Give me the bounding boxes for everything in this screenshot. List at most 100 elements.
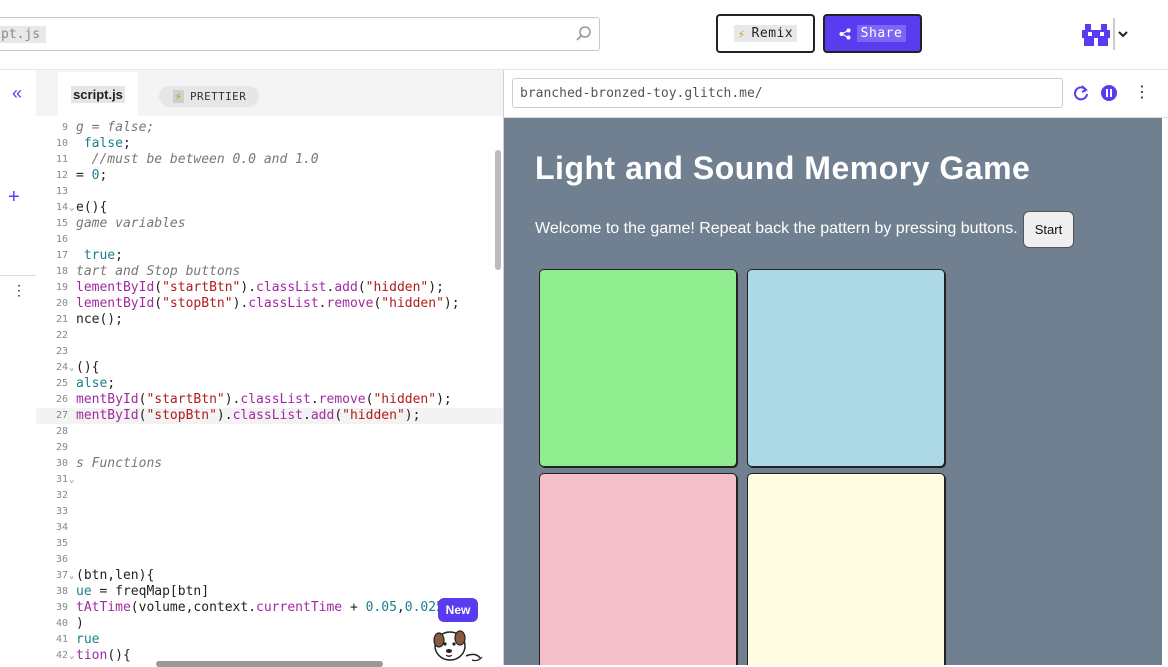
line-number: 41 bbox=[55, 634, 68, 645]
line-number: 13 bbox=[55, 186, 68, 197]
code-line[interactable]: 33 bbox=[36, 504, 503, 520]
line-number: 30 bbox=[55, 458, 68, 469]
editor-panel: « + ⋮ script.js ⚡ PRETTIER 9g = false; 10… bbox=[0, 70, 504, 665]
collapse-sidebar-icon[interactable]: « bbox=[12, 84, 28, 102]
code-line[interactable]: 20 lementById("stopBtn").classList.remove… bbox=[36, 296, 503, 312]
remix-button[interactable]: ⚡ Remix bbox=[716, 14, 815, 53]
pause-icon[interactable] bbox=[1100, 84, 1118, 102]
code-line[interactable]: 29 bbox=[36, 440, 503, 456]
file-tab-script[interactable]: script.js bbox=[58, 72, 138, 116]
game-button-pink[interactable] bbox=[539, 473, 737, 665]
more-options-icon[interactable]: ⋮ bbox=[12, 282, 26, 299]
code-text: (){ bbox=[76, 360, 100, 375]
fold-chevron-icon[interactable]: ⌄ bbox=[69, 360, 75, 376]
code-line[interactable]: 31 ⌄ bbox=[36, 472, 503, 488]
code-line[interactable]: 23 bbox=[36, 344, 503, 360]
app-preview-frame: Light and Sound Memory Game Welcome to t… bbox=[504, 118, 1162, 665]
code-line[interactable]: 37 ⌄ (btn,len){ bbox=[36, 568, 503, 584]
fold-chevron-icon[interactable]: ⌄ bbox=[69, 568, 75, 584]
share-button-label: Share bbox=[856, 25, 907, 42]
chevron-down-icon[interactable] bbox=[1117, 28, 1129, 40]
avatar[interactable] bbox=[1080, 18, 1112, 50]
code-text: ue = freqMap[btn] bbox=[76, 584, 210, 599]
line-number: 18 bbox=[55, 266, 68, 277]
line-number: 21 bbox=[55, 314, 68, 325]
code-line[interactable]: 32 bbox=[36, 488, 503, 504]
search-icon[interactable] bbox=[575, 25, 593, 43]
code-text: s Functions bbox=[76, 456, 163, 471]
preview-url: branched-bronzed-toy.glitch.me/ bbox=[520, 85, 763, 101]
fold-chevron-icon[interactable]: ⌄ bbox=[69, 648, 75, 664]
fold-chevron-icon[interactable]: ⌄ bbox=[69, 472, 75, 488]
code-line[interactable]: 39 tAtTime(volume,context.currentTime + 0… bbox=[36, 600, 503, 616]
game-button-blue[interactable] bbox=[747, 269, 945, 467]
line-number: 34 bbox=[55, 522, 68, 533]
code-line[interactable]: 35 bbox=[36, 536, 503, 552]
code-text: nce(); bbox=[76, 312, 123, 327]
line-number: 10 bbox=[55, 138, 68, 149]
new-badge[interactable]: New bbox=[438, 598, 478, 622]
line-number: 37 bbox=[55, 570, 68, 581]
code-text: false; bbox=[76, 136, 131, 151]
add-file-icon[interactable]: + bbox=[8, 187, 22, 207]
code-line[interactable]: 14 ⌄ e(){ bbox=[36, 200, 503, 216]
code-text: mentById("startBtn").classList.remove("h… bbox=[76, 392, 452, 407]
refresh-icon[interactable] bbox=[1072, 84, 1090, 102]
line-number: 24 bbox=[55, 362, 68, 373]
game-intro-text: Welcome to the game! Repeat back the pat… bbox=[535, 220, 1018, 237]
line-number: 28 bbox=[55, 426, 68, 437]
code-line[interactable]: 13 bbox=[36, 184, 503, 200]
code-editor[interactable]: 9g = false; 10 false; 11 //must be between… bbox=[36, 116, 503, 665]
code-line[interactable]: 25 alse; bbox=[36, 376, 503, 392]
code-line[interactable]: 15 game variables bbox=[36, 216, 503, 232]
rail-divider bbox=[0, 275, 38, 276]
code-line[interactable]: 21 nce(); bbox=[36, 312, 503, 328]
code-line[interactable]: 22 bbox=[36, 328, 503, 344]
code-line[interactable]: 17 true; bbox=[36, 248, 503, 264]
start-button[interactable]: Start bbox=[1023, 211, 1074, 248]
code-line[interactable]: 12 = 0; bbox=[36, 168, 503, 184]
editor-vertical-scrollbar[interactable] bbox=[495, 150, 501, 270]
code-text: //must be between 0.0 and 1.0 bbox=[76, 152, 319, 167]
preview-panel: branched-bronzed-toy.glitch.me/ ⋮ Light … bbox=[504, 70, 1168, 665]
search-input-value: pt.js bbox=[0, 26, 47, 43]
code-text: lementById("startBtn").classList.add("hi… bbox=[76, 280, 444, 295]
code-line[interactable]: 34 bbox=[36, 520, 503, 536]
search-input[interactable]: pt.js bbox=[0, 17, 600, 51]
code-line[interactable]: 11 //must be between 0.0 and 1.0 bbox=[36, 152, 503, 168]
preview-url-input[interactable]: branched-bronzed-toy.glitch.me/ bbox=[512, 78, 1063, 108]
share-button[interactable]: Share bbox=[823, 14, 922, 53]
line-number: 42 bbox=[55, 650, 68, 661]
line-number: 38 bbox=[55, 586, 68, 597]
code-text: mentById("stopBtn").classList.add("hidde… bbox=[76, 408, 421, 423]
code-line[interactable]: 26 mentById("startBtn").classList.remove(… bbox=[36, 392, 503, 408]
code-text: tAtTime(volume,context.currentTime + 0.0… bbox=[76, 600, 452, 615]
game-button-green[interactable] bbox=[539, 269, 737, 467]
code-line[interactable]: 24 ⌄(){ bbox=[36, 360, 503, 376]
lightning-icon: ⚡ bbox=[173, 90, 185, 103]
code-text: ) bbox=[76, 616, 84, 631]
preview-more-options-icon[interactable]: ⋮ bbox=[1134, 82, 1150, 102]
prettier-button[interactable]: ⚡ PRETTIER bbox=[159, 86, 259, 107]
line-number: 9 bbox=[61, 122, 68, 133]
code-text: = 0; bbox=[76, 168, 108, 183]
dog-mascot-icon[interactable] bbox=[432, 626, 484, 666]
code-text: rue bbox=[76, 632, 100, 647]
code-line[interactable]: 16 bbox=[36, 232, 503, 248]
editor-horizontal-scrollbar[interactable] bbox=[156, 661, 383, 667]
fold-chevron-icon[interactable]: ⌄ bbox=[69, 200, 75, 216]
code-text: g = false; bbox=[76, 120, 155, 135]
code-line[interactable]: 18 tart and Stop buttons bbox=[36, 264, 503, 280]
code-line[interactable]: 9 g = false; bbox=[36, 120, 503, 136]
code-line[interactable]: 36 bbox=[36, 552, 503, 568]
code-line[interactable]: 28 bbox=[36, 424, 503, 440]
code-line[interactable]: 30 s Functions bbox=[36, 456, 503, 472]
code-line[interactable]: 27 mentById("stopBtn").classList.add("hid… bbox=[36, 408, 503, 424]
code-line[interactable]: 38 ue = freqMap[btn] bbox=[36, 584, 503, 600]
top-bar: pt.js ⚡ Remix Share bbox=[0, 0, 1168, 70]
game-button-yellow[interactable] bbox=[747, 473, 945, 665]
code-line[interactable]: 10 false; bbox=[36, 136, 503, 152]
share-icon bbox=[839, 28, 851, 39]
code-line[interactable]: 19 lementById("startBtn").classList.add("… bbox=[36, 280, 503, 296]
line-number: 27 bbox=[55, 410, 68, 421]
